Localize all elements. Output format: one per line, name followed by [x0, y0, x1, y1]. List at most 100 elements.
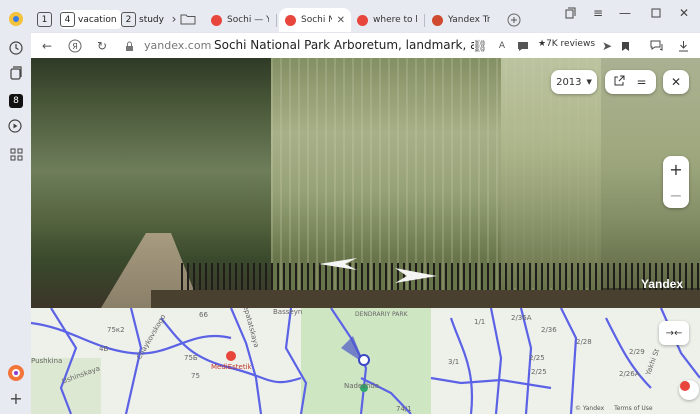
- external-link-icon[interactable]: [614, 75, 625, 89]
- back-icon[interactable]: ←: [38, 37, 56, 55]
- zoom-in-icon[interactable]: +: [663, 156, 689, 182]
- svg-text:Я: Я: [72, 42, 78, 51]
- map-label: MediEstetik: [211, 363, 252, 371]
- tab-group-study[interactable]: 2 study: [121, 10, 164, 29]
- map-pin-icon: [211, 14, 222, 26]
- tab-group-1[interactable]: 1: [37, 10, 55, 29]
- tab-title: Yandex Tran: [448, 15, 490, 25]
- map-label: 2/28: [576, 338, 592, 346]
- collapse-map-icon[interactable]: →←: [659, 321, 689, 345]
- tab-title: where to bu: [373, 15, 417, 25]
- yandex-icon: [357, 14, 368, 26]
- browser-sidebar: 8 +: [0, 0, 31, 414]
- map-label: 75: [191, 372, 200, 380]
- reviews-badge[interactable]: ★7K reviews: [538, 39, 595, 49]
- nav-arrow-forward[interactable]: [393, 266, 437, 284]
- notifications-badge-icon[interactable]: 8: [5, 90, 27, 112]
- tab-title: Sochi Na: [301, 15, 332, 25]
- map-label: 75к2: [107, 326, 125, 334]
- mini-map[interactable]: Basseyn DENDRARIY PARK Nadezhda MediEste…: [31, 308, 700, 414]
- tab-group-name: vacation: [78, 14, 117, 25]
- history-icon[interactable]: [5, 37, 27, 59]
- folder-add-icon[interactable]: [177, 10, 199, 28]
- map-label: DENDRARIY PARK: [355, 311, 408, 318]
- tab-yandex-translate[interactable]: Yandex Tran: [426, 8, 496, 32]
- map-label: 2/26A: [619, 370, 640, 378]
- lock-icon[interactable]: [120, 37, 138, 55]
- tab-group-name: study: [139, 14, 164, 25]
- attribution-provider: © Yandex: [575, 405, 605, 412]
- minimize-icon[interactable]: —: [614, 4, 636, 22]
- zoom-control: + −: [663, 156, 689, 208]
- new-tab-icon[interactable]: [503, 11, 525, 29]
- map-label: 74/1: [396, 405, 412, 413]
- tab-where-to-buy[interactable]: where to bu: [351, 8, 423, 32]
- map-label: 4Б: [99, 345, 109, 353]
- address-domain[interactable]: yandex.com: [144, 39, 211, 52]
- map-label: Basseyn: [273, 308, 303, 316]
- bookmark-tabs-icon[interactable]: [560, 4, 582, 22]
- map-label: 1/1: [474, 318, 486, 326]
- tab-separator: [276, 14, 277, 27]
- tab-group-number: 1: [37, 12, 52, 27]
- year-label: 2013: [556, 76, 582, 88]
- panorama-actions: =: [605, 70, 656, 94]
- sidebar-badge: 8: [9, 94, 23, 108]
- ground: [151, 290, 700, 308]
- fence: [181, 263, 700, 293]
- map-label: 2/36A: [511, 314, 532, 322]
- alice-assistant-icon[interactable]: [5, 362, 27, 384]
- translate-icon: [432, 14, 443, 26]
- tab-title: Sochi — Ya: [227, 15, 269, 25]
- comment-icon[interactable]: [514, 37, 532, 55]
- year-selector[interactable]: 2013 ▼: [551, 70, 597, 94]
- map-routes: [31, 308, 700, 414]
- browser-logo-icon[interactable]: [5, 8, 27, 30]
- apps-grid-icon[interactable]: [5, 143, 27, 165]
- map-label: 2/36: [541, 326, 557, 334]
- address-bar: ← Я ↻ yandex.com Sochi National Park Arb…: [31, 32, 700, 58]
- reload-icon[interactable]: ↻: [93, 37, 111, 55]
- map-layers-icon[interactable]: [679, 380, 699, 400]
- address-page-title[interactable]: Sochi National Park Arboretum, landmark,…: [214, 38, 474, 52]
- street-panorama-view[interactable]: 2013 ▼ = ✕ + − Yandex: [31, 58, 700, 308]
- tab-strip: 1 4 vacation 2 study › Sochi — Ya Sochi …: [31, 0, 700, 34]
- menu-icon[interactable]: ≡: [587, 4, 609, 22]
- feedback-icon[interactable]: [647, 37, 665, 55]
- map-label: Nadezhda: [344, 382, 380, 390]
- map-label: 66: [199, 311, 208, 319]
- yandex-home-icon[interactable]: Я: [66, 37, 84, 55]
- map-attribution: © Yandex Terms of Use: [575, 405, 661, 412]
- tab-group-number: 2: [121, 12, 136, 27]
- tab-close-icon[interactable]: ✕: [337, 15, 345, 26]
- tab-separator: [424, 14, 425, 27]
- bookmark-icon[interactable]: [616, 37, 634, 55]
- link-icon[interactable]: ⛓: [471, 37, 489, 55]
- zoom-out-icon[interactable]: −: [663, 182, 689, 208]
- close-panorama-icon[interactable]: ✕: [663, 70, 689, 94]
- media-player-icon[interactable]: [5, 116, 27, 138]
- maximize-icon[interactable]: [645, 4, 667, 22]
- tab-group-number: 4: [60, 12, 75, 27]
- nav-arrow-back[interactable]: [319, 256, 359, 272]
- close-window-icon[interactable]: ✕: [673, 4, 695, 22]
- add-panel-icon[interactable]: +: [5, 387, 27, 409]
- map-label: 2/25: [529, 354, 545, 362]
- translate-page-icon[interactable]: A: [493, 37, 511, 55]
- terms-of-use-link[interactable]: Terms of Use: [614, 405, 652, 412]
- menu-lines-icon[interactable]: =: [636, 75, 646, 89]
- map-label: 2/29: [629, 348, 645, 356]
- map-label: Pushkina: [31, 357, 63, 365]
- map-label: 75Б: [184, 354, 198, 362]
- map-label: 3/1: [448, 358, 460, 366]
- download-icon[interactable]: [674, 37, 692, 55]
- yandex-watermark: Yandex: [641, 277, 684, 291]
- tab-sochi-yandex[interactable]: Sochi — Ya: [205, 8, 275, 32]
- tab-group-vacation[interactable]: 4 vacation: [60, 10, 121, 29]
- collections-icon[interactable]: [5, 62, 27, 84]
- map-label: 2/25: [531, 368, 547, 376]
- map-pin-icon: [285, 14, 296, 26]
- chevron-down-icon: ▼: [586, 78, 592, 86]
- tab-sochi-national-park[interactable]: Sochi Na ✕: [279, 8, 351, 32]
- share-icon[interactable]: ➤: [598, 37, 616, 55]
